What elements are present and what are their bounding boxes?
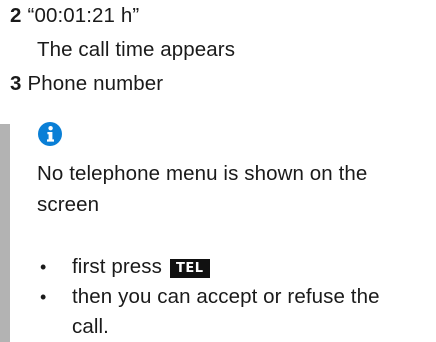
step-label: “00:01:21 h” — [27, 4, 140, 27]
bullet-text: first press — [72, 255, 162, 278]
bullet-item-2-line-1: then you can accept or refuse the — [72, 285, 380, 308]
step-number: 2 — [10, 4, 22, 27]
bullet-icon: • — [40, 257, 47, 277]
bullet-item-2-line-2: call. — [72, 315, 109, 338]
step-2: 2 “00:01:21 h” — [10, 4, 139, 28]
note-text-line-2: screen — [37, 193, 100, 216]
tel-key-badge: TEL — [169, 259, 210, 278]
step-number: 3 — [10, 72, 22, 95]
step-3: 3 Phone number — [10, 72, 163, 96]
step-2-detail: The call time appears — [37, 38, 236, 61]
note-text-line-1: No telephone menu is shown on the — [37, 162, 368, 185]
bullet-icon: • — [40, 287, 47, 307]
info-icon — [38, 122, 62, 146]
step-label: Phone number — [27, 72, 164, 95]
note-sidebar-bar — [0, 124, 10, 342]
bullet-item-1: first press TEL — [72, 255, 210, 279]
